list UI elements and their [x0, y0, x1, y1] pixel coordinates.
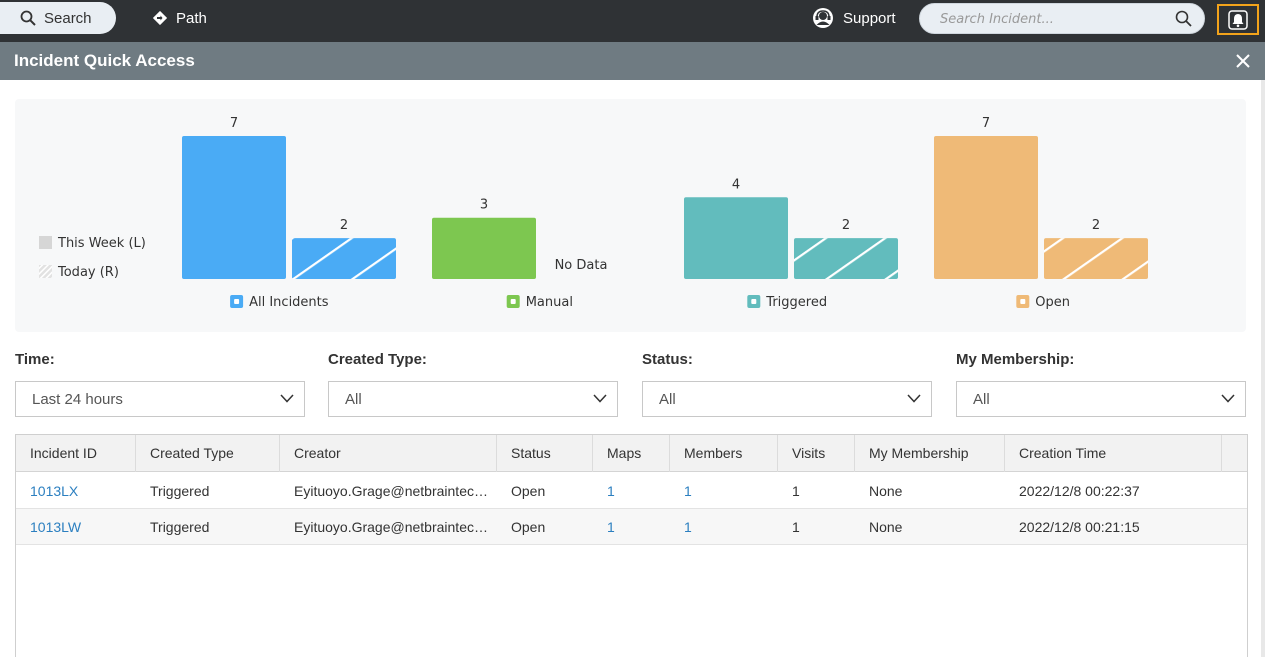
panel-scrollbar[interactable] [1261, 80, 1265, 657]
triggered-this-week-value-label: 4 [732, 177, 740, 192]
visits-cell: 1 [792, 519, 800, 535]
members-count-link[interactable]: 1 [670, 473, 778, 509]
membership-cell: None [869, 483, 903, 499]
creation-time-cell: 2022/12/8 00:21:15 [1019, 519, 1140, 535]
open-today-value-label: 2 [1092, 218, 1100, 233]
creator-cell: Eyituoyo.Grage@netbraintech.com [294, 483, 494, 499]
table-header: Incident ID Created Type Creator Status … [16, 435, 1247, 472]
search-tab[interactable]: Search [0, 2, 116, 34]
open-category-label[interactable]: Open [1035, 295, 1070, 310]
membership-cell: None [869, 519, 903, 535]
legend-this-week-swatch [39, 236, 52, 249]
column-header-visits[interactable]: Visits [778, 435, 855, 472]
support-button[interactable]: Support [812, 5, 896, 31]
time-filter-label: Time: [15, 351, 55, 368]
triggered-category-icon-glyph [751, 299, 757, 304]
table-row[interactable]: 1013LW Triggered Eyituoyo.Grage@netbrain… [16, 509, 1247, 545]
search-icon[interactable] [1175, 10, 1192, 27]
column-header-my-membership[interactable]: My Membership [855, 435, 1005, 472]
legend-today-label: Today (R) [57, 265, 119, 280]
created-type-filter-value: All [345, 391, 362, 408]
all-incidents-this-week-bar[interactable] [182, 136, 286, 279]
chevron-down-icon [280, 394, 294, 403]
no-data-label: No Data [555, 258, 608, 273]
maps-count-link[interactable]: 1 [593, 473, 670, 509]
status-filter-label: Status: [642, 351, 693, 368]
triggered-this-week-bar[interactable] [684, 197, 788, 279]
status-cell: Open [511, 519, 546, 535]
search-icon [20, 10, 36, 26]
all-incidents-category-label[interactable]: All Incidents [249, 295, 329, 310]
incident-bar-chart: This Week (L) Today (R) 7 2 All Incidents 3… [39, 116, 1148, 310]
open-this-week-value-label: 7 [982, 116, 990, 131]
column-header-creator[interactable]: Creator [280, 435, 497, 472]
triggered-category-label[interactable]: Triggered [765, 295, 827, 310]
status-cell: Open [511, 483, 546, 499]
incident-chart-card: This Week (L) Today (R) 7 2 All Incidents 3… [15, 99, 1246, 332]
column-header-status[interactable]: Status [497, 435, 593, 472]
members-count-link[interactable]: 1 [670, 509, 778, 545]
path-icon [153, 11, 167, 25]
triggered-today-value-label: 2 [842, 218, 850, 233]
incident-id-link[interactable]: 1013LW [16, 509, 136, 545]
panel-header: Incident Quick Access [0, 42, 1265, 80]
column-header-created-type[interactable]: Created Type [136, 435, 280, 472]
chevron-down-icon [1221, 394, 1235, 403]
path-tab-label: Path [176, 9, 207, 27]
close-icon[interactable] [1236, 54, 1250, 68]
maps-count-link[interactable]: 1 [593, 509, 670, 545]
creator-cell: Eyituoyo.Grage@netbraintech.com [294, 519, 494, 535]
column-header-members[interactable]: Members [670, 435, 778, 472]
legend-this-week-label: This Week (L) [57, 236, 146, 251]
chevron-down-icon [593, 394, 607, 403]
all-incidents-today-hatch [292, 238, 396, 279]
all-incidents-today-value-label: 2 [340, 218, 348, 233]
open-category-icon-glyph [1020, 299, 1026, 304]
status-filter-select[interactable]: All [642, 381, 932, 417]
open-this-week-bar[interactable] [934, 136, 1038, 279]
legend-today-swatch [39, 265, 52, 278]
created-type-filter-label: Created Type: [328, 351, 427, 368]
all-incidents-this-week-value-label: 7 [230, 116, 238, 131]
panel-title: Incident Quick Access [14, 51, 195, 70]
incident-table: Incident ID Created Type Creator Status … [15, 434, 1248, 657]
headset-icon [813, 8, 833, 28]
column-header-maps[interactable]: Maps [593, 435, 670, 472]
triggered-today-hatch [794, 238, 898, 279]
creation-time-cell: 2022/12/8 00:22:37 [1019, 483, 1140, 499]
visits-cell: 1 [792, 483, 800, 499]
chevron-down-icon [907, 394, 921, 403]
incident-search-box [919, 3, 1205, 34]
manual-category-icon-glyph [510, 299, 516, 304]
column-header-creation-time[interactable]: Creation Time [1005, 435, 1222, 472]
manual-category-label[interactable]: Manual [526, 295, 573, 310]
membership-filter-select[interactable]: All [956, 381, 1246, 417]
support-label: Support [843, 9, 896, 27]
created-type-cell: Triggered [150, 483, 210, 499]
column-header-incident-id[interactable]: Incident ID [16, 435, 136, 472]
created-type-cell: Triggered [150, 519, 210, 535]
manual-this-week-bar[interactable] [432, 217, 536, 279]
incident-id-link[interactable]: 1013LX [16, 473, 136, 509]
open-today-hatch [1044, 238, 1148, 279]
incident-search-input[interactable] [938, 9, 1168, 29]
membership-filter-label: My Membership: [956, 351, 1075, 368]
status-filter-value: All [659, 391, 676, 408]
incident-notification-button[interactable] [1217, 4, 1259, 35]
manual-this-week-value-label: 3 [480, 198, 488, 213]
path-tab[interactable]: Path [153, 2, 207, 34]
bell-icon [1228, 9, 1248, 30]
table-row[interactable]: 1013LX Triggered Eyituoyo.Grage@netbrain… [16, 473, 1247, 509]
top-navigation-bar: Search Path Support [0, 0, 1265, 42]
time-filter-value: Last 24 hours [32, 391, 123, 408]
time-filter-select[interactable]: Last 24 hours [15, 381, 305, 417]
membership-filter-value: All [973, 391, 990, 408]
created-type-filter-select[interactable]: All [328, 381, 618, 417]
all-incidents-category-icon-glyph [234, 299, 240, 304]
search-tab-label: Search [44, 9, 92, 27]
